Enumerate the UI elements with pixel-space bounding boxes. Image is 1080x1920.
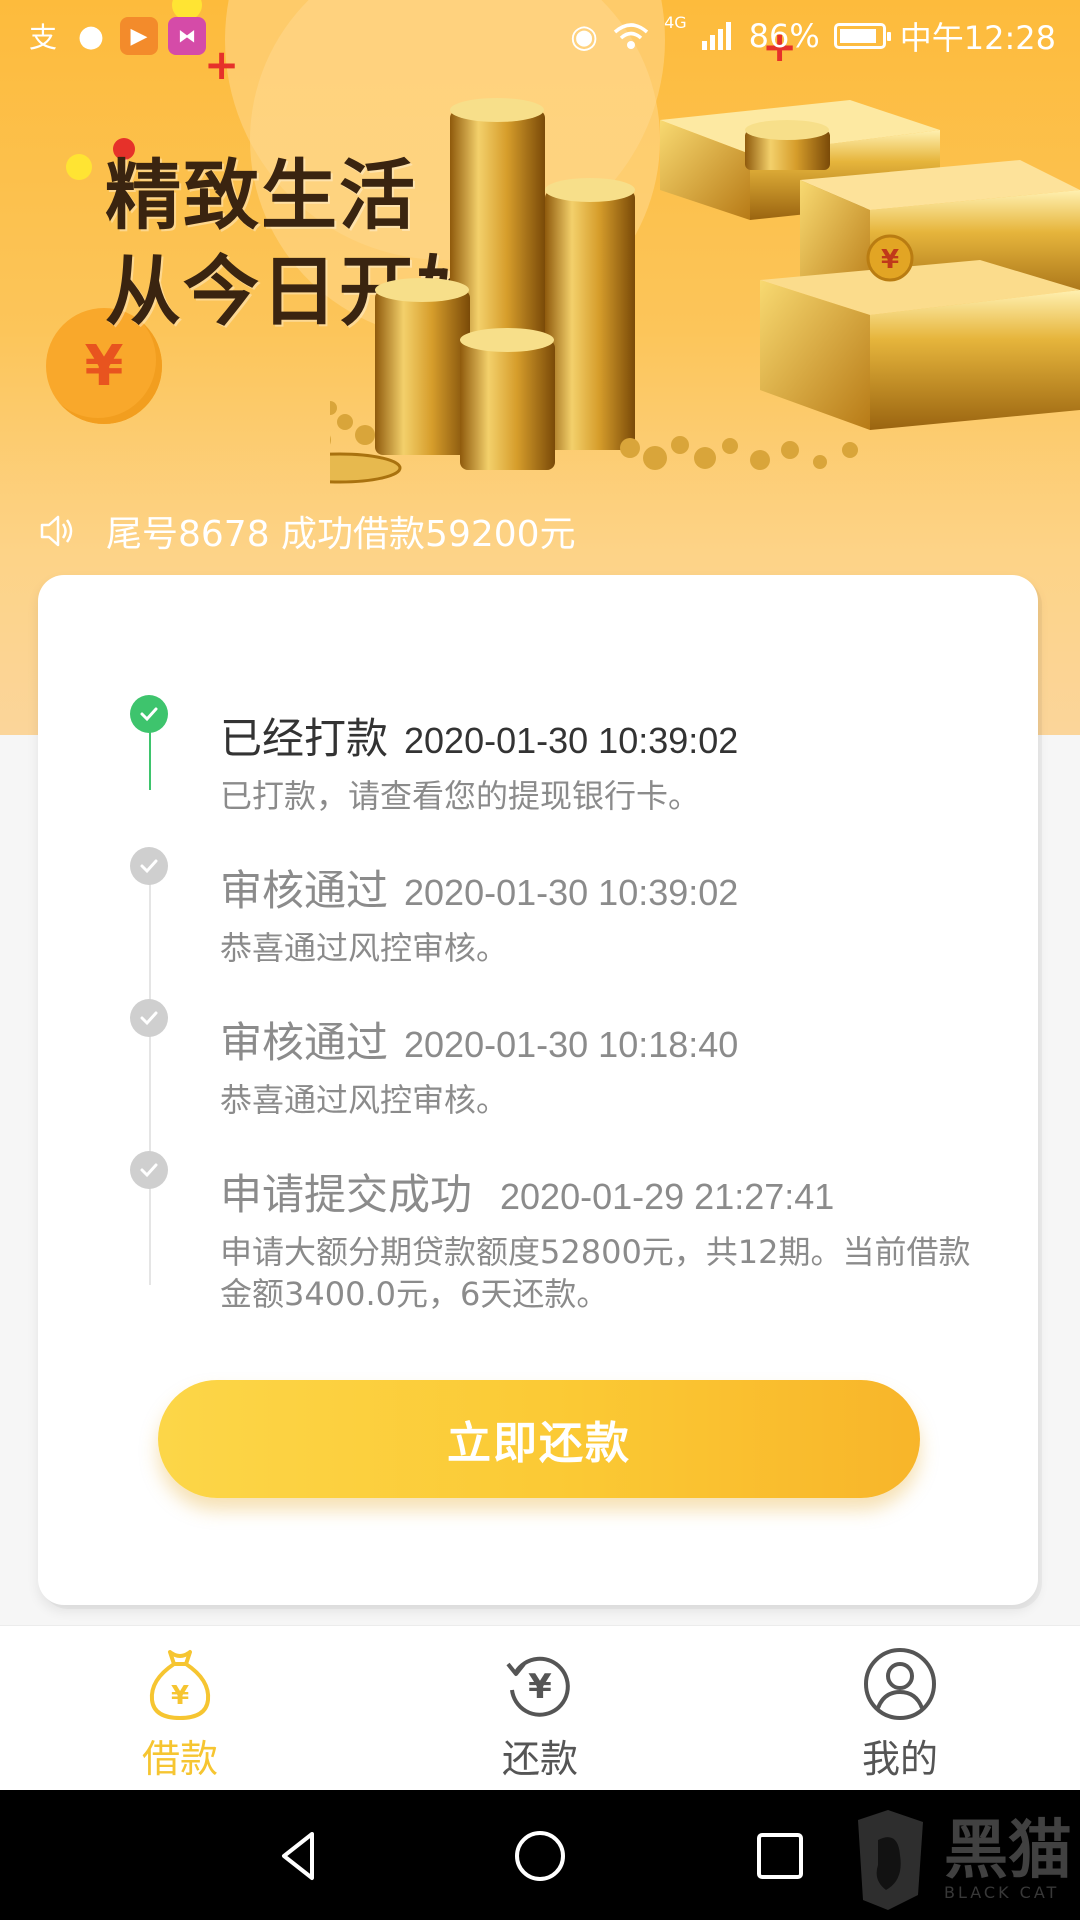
tab-repay[interactable]: ¥ 还款 <box>360 1626 720 1791</box>
step-title-row: 申请提交成功 2020-01-29 21:27:41 <box>220 1161 834 1222</box>
step-title-row: 已经打款 2020-01-30 10:39:02 <box>220 705 738 766</box>
wifi-icon <box>613 23 649 49</box>
network-type: 4G <box>664 13 687 32</box>
step-description: 恭喜通过风控审核。 <box>220 929 509 967</box>
home-icon[interactable] <box>512 1828 568 1884</box>
watermark-subtext: BLACK CAT <box>944 1882 1060 1902</box>
yen-refresh-icon: ¥ <box>506 1656 570 1717</box>
timeline-line <box>149 850 151 1285</box>
loan-status-card: 已经打款 2020-01-30 10:39:02 已打款，请查看您的提现银行卡。… <box>38 575 1038 1605</box>
video-app-icon: ▶ <box>120 17 158 55</box>
svg-text:¥: ¥ <box>881 245 899 275</box>
signal-icon <box>701 22 731 50</box>
step-title: 申请提交成功 <box>220 1170 473 1219</box>
step-description: 已打款，请查看您的提现银行卡。 <box>220 777 701 815</box>
battery-percent: 86% <box>748 17 820 55</box>
status-indicators: ◉ 4G 86% 中午12:28 <box>570 13 1056 59</box>
ticker-text: 尾号8678 成功借款59200元 <box>106 514 576 555</box>
step-description: 恭喜通过风控审核。 <box>220 1081 509 1119</box>
check-icon <box>130 999 168 1037</box>
cat-logo-icon <box>858 1810 923 1910</box>
step-time: 2020-01-30 10:18:40 <box>404 1024 739 1065</box>
tab-label: 借款 <box>141 1737 218 1781</box>
step-description: 申请大额分期贷款额度52800元，共12期。当前借款金额3400.0元，6天还款… <box>220 1233 971 1313</box>
decor-dot <box>66 154 92 180</box>
eye-comfort-icon: ◉ <box>570 17 599 55</box>
step-title: 已经打款 <box>220 714 389 763</box>
tab-label: 我的 <box>861 1737 938 1781</box>
step-time: 2020-01-29 21:27:41 <box>500 1176 835 1217</box>
coin-symbol: ¥ <box>84 333 124 399</box>
step-title: 审核通过 <box>220 1018 389 1067</box>
status-bar: 支 ● ▶ ⧓ ◉ 4G 86% 中午12:28 <box>0 0 1080 72</box>
svg-text:¥: ¥ <box>528 1667 552 1707</box>
step-time: 2020-01-30 10:39:02 <box>404 720 739 761</box>
money-bag-icon: ¥ <box>149 1650 211 1720</box>
battery-icon <box>833 23 891 49</box>
speaker-icon <box>40 515 73 547</box>
shop-app-icon: ⧓ <box>168 17 206 55</box>
watermark: 黑猫 BLACK CAT <box>838 1810 1072 1910</box>
back-icon[interactable] <box>272 1828 328 1884</box>
status-notifications: 支 ● ▶ ⧓ <box>24 17 206 55</box>
step-title-row: 审核通过 2020-01-30 10:39:02 <box>220 857 738 918</box>
check-icon <box>130 847 168 885</box>
bottom-tab-bar: ¥ 借款 ¥ 还款 我的 <box>0 1625 1080 1791</box>
check-icon <box>130 1151 168 1189</box>
tab-label: 还款 <box>501 1737 578 1781</box>
system-nav-bar: 黑猫 BLACK CAT <box>0 1790 1080 1920</box>
announcement-ticker: 尾号8678 成功借款59200元 <box>38 505 576 557</box>
repay-now-button[interactable]: 立即还款 <box>158 1380 920 1498</box>
alipay-icon: 支 <box>28 21 57 54</box>
tab-borrow[interactable]: ¥ 借款 <box>0 1626 360 1791</box>
clock: 中午12:28 <box>899 19 1056 57</box>
check-icon <box>130 695 168 733</box>
gold-illustration: ¥ <box>330 98 1080 484</box>
step-title: 审核通过 <box>220 866 389 915</box>
tab-mine[interactable]: 我的 <box>720 1626 1080 1791</box>
step-title-row: 审核通过 2020-01-30 10:18:40 <box>220 1009 738 1070</box>
watermark-text: 黑猫 <box>944 1813 1072 1888</box>
step-time: 2020-01-30 10:39:02 <box>404 872 739 913</box>
svg-text:¥: ¥ <box>171 1681 189 1711</box>
user-icon <box>864 1648 936 1720</box>
chat-icon: ● <box>77 18 105 54</box>
recents-icon[interactable] <box>752 1828 808 1884</box>
